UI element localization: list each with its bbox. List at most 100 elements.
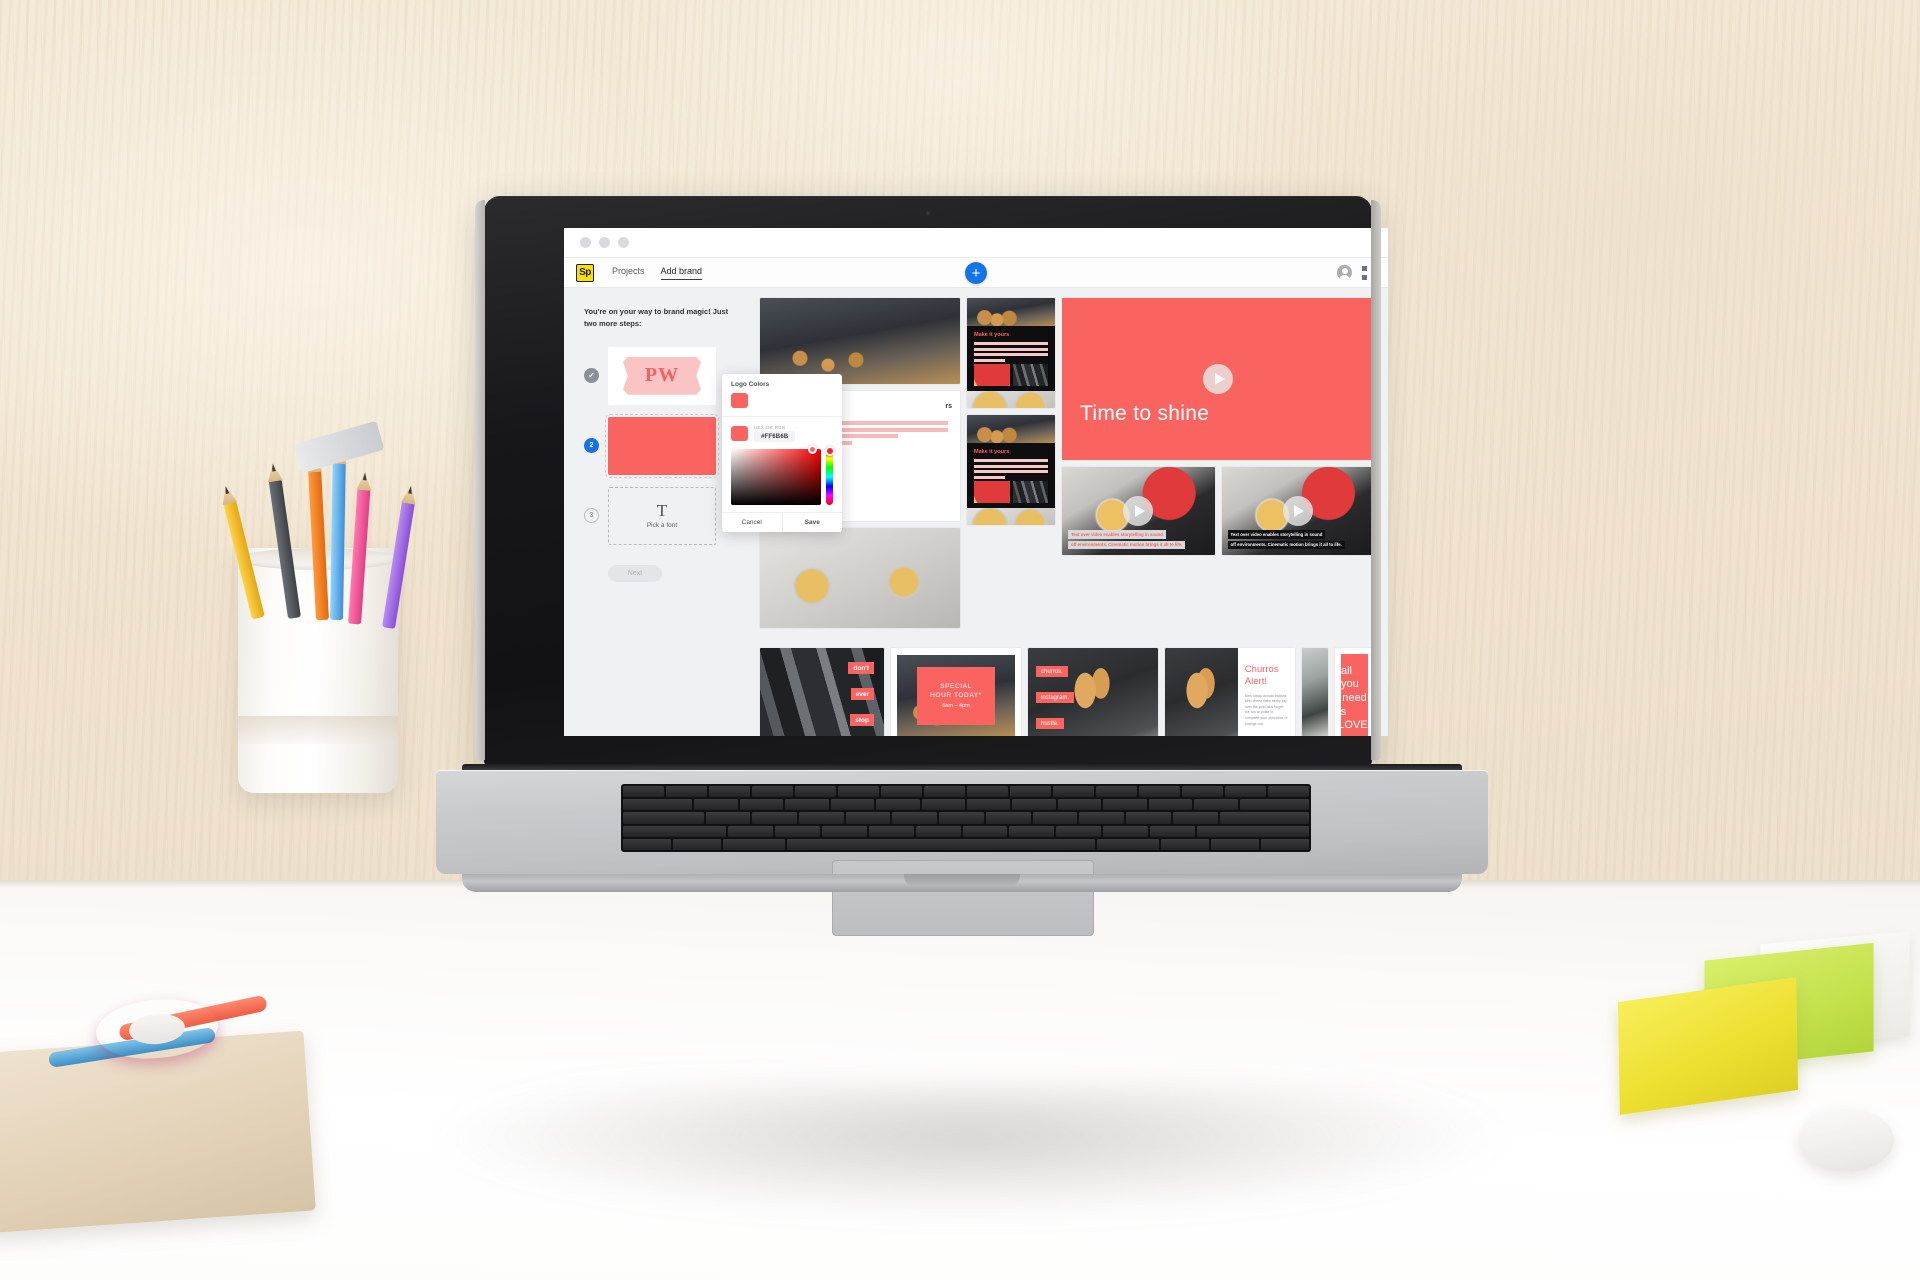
keyboard-key[interactable] xyxy=(985,812,1031,824)
keyboard-key[interactable] xyxy=(830,799,875,811)
keyboard-key[interactable] xyxy=(1161,838,1209,850)
keyboard-key[interactable] xyxy=(785,799,829,811)
template-card-make-it-yours-2[interactable]: Make it yours xyxy=(967,415,1055,525)
window-close-button[interactable] xyxy=(580,237,591,248)
step-logo[interactable]: PW xyxy=(584,346,744,405)
keyboard-key[interactable] xyxy=(673,838,721,850)
spark-logo-icon[interactable]: Sp xyxy=(576,263,594,282)
keyboard-key[interactable] xyxy=(1172,812,1218,824)
next-button[interactable]: Next xyxy=(608,564,662,582)
keyboard-key[interactable] xyxy=(966,799,1011,811)
trackpad[interactable] xyxy=(832,860,1094,936)
sv-handle[interactable] xyxy=(808,445,817,454)
keyboard-key[interactable] xyxy=(1057,799,1102,811)
template-card-churros-tags[interactable]: churros. instagram. hustle. repeat. PW xyxy=(1028,648,1158,736)
keyboard-key[interactable] xyxy=(1012,799,1056,811)
keyboard-key[interactable] xyxy=(967,786,1008,798)
keyboard-key[interactable] xyxy=(1126,812,1171,824)
logo-color-swatch[interactable] xyxy=(731,393,748,408)
keyboard-key[interactable] xyxy=(752,812,797,824)
keyboard-key[interactable] xyxy=(881,786,922,798)
keyboard-key[interactable] xyxy=(1103,799,1147,811)
keyboard-key[interactable] xyxy=(1032,812,1078,824)
keyboard-key[interactable] xyxy=(623,838,671,850)
keyboard-key[interactable] xyxy=(1211,838,1259,850)
keyboard-key[interactable] xyxy=(1103,825,1148,837)
template-card-churros-alert[interactable]: Churros Alert! New sticky donuts instead… xyxy=(1165,648,1295,736)
template-card-hustling[interactable]: don't ever stop hustling PW xyxy=(760,648,884,736)
keyboard-key[interactable] xyxy=(845,812,891,824)
keyboard-key[interactable] xyxy=(1010,786,1051,798)
pick-font-tile[interactable]: T Pick a font xyxy=(608,486,716,545)
keyboard-key[interactable] xyxy=(838,786,879,798)
keyboard-key[interactable] xyxy=(1139,786,1180,798)
hue-slider[interactable] xyxy=(824,446,835,505)
keyboard-key[interactable] xyxy=(1053,786,1094,798)
brand-color-tile[interactable] xyxy=(605,413,719,478)
keyboard-key[interactable] xyxy=(1096,786,1137,798)
keyboard-key[interactable] xyxy=(939,812,984,824)
template-card-video-1[interactable]: Text over video enables storytelling in … xyxy=(1062,467,1215,555)
keyboard-key[interactable] xyxy=(728,825,774,837)
keyboard-key[interactable] xyxy=(821,825,867,837)
sv-gradient[interactable] xyxy=(731,445,821,505)
save-button[interactable]: Save xyxy=(781,513,843,532)
template-card-special-hour[interactable]: SPECIAL HOUR TODAY* 6am – 4pm *Use the l… xyxy=(891,648,1021,736)
template-card-love[interactable]: all you need is LOVE. (and some pastries… xyxy=(1335,648,1374,736)
keyboard-key[interactable] xyxy=(1148,799,1193,811)
template-card-bakery[interactable] xyxy=(760,298,960,384)
keyboard-key[interactable] xyxy=(924,786,965,798)
keyboard-key[interactable] xyxy=(723,838,786,850)
keyboard-key[interactable] xyxy=(666,786,707,798)
template-card-make-it-yours-1[interactable]: Make it yours xyxy=(967,298,1055,408)
template-card-hero[interactable]: Time to shine xyxy=(1062,298,1374,460)
keyboard-key[interactable] xyxy=(868,825,914,837)
keyboard-key[interactable] xyxy=(1225,786,1266,798)
keyboard-key[interactable] xyxy=(795,786,836,798)
template-card-video-2[interactable]: Text over video enables storytelling in … xyxy=(1221,467,1374,555)
keyboard-key[interactable] xyxy=(1268,786,1309,798)
keyboard-key[interactable] xyxy=(1149,825,1195,837)
keyboard-key[interactable] xyxy=(892,812,938,824)
keyboard-key[interactable] xyxy=(1261,838,1309,850)
keyboard-key[interactable] xyxy=(1096,838,1159,850)
keyboard-key[interactable] xyxy=(752,786,793,798)
keyboard-key[interactable] xyxy=(739,799,784,811)
template-card-mono-strip[interactable] xyxy=(1302,648,1328,736)
keyboard-key[interactable] xyxy=(623,786,664,798)
keyboard-key[interactable] xyxy=(1182,786,1223,798)
keyboard-key[interactable] xyxy=(1056,825,1102,837)
grid-icon[interactable] xyxy=(1362,265,1376,280)
play-icon[interactable] xyxy=(1123,496,1154,526)
current-color-swatch[interactable] xyxy=(731,426,748,441)
avatar-icon[interactable] xyxy=(1337,265,1352,280)
keyboard-key[interactable] xyxy=(1079,812,1125,824)
keyboard-key[interactable] xyxy=(798,812,844,824)
keyboard-key[interactable] xyxy=(694,799,738,811)
cancel-button[interactable]: Cancel xyxy=(722,513,782,532)
keyboard-key[interactable] xyxy=(623,799,693,811)
nav-item-projects[interactable]: Projects xyxy=(612,266,645,280)
template-card-muffins[interactable] xyxy=(760,528,960,628)
window-maximize-button[interactable] xyxy=(618,237,629,248)
step-font[interactable]: 3 T Pick a font xyxy=(584,486,744,545)
keyboard[interactable] xyxy=(621,784,1311,852)
keyboard-key[interactable] xyxy=(775,825,820,837)
keyboard-key[interactable] xyxy=(1219,812,1309,824)
keyboard-key[interactable] xyxy=(1239,799,1309,811)
keyboard-key[interactable] xyxy=(623,825,727,837)
window-minimize-button[interactable] xyxy=(599,237,610,248)
keyboard-key[interactable] xyxy=(623,812,704,824)
keyboard-key[interactable] xyxy=(915,825,961,837)
play-icon[interactable] xyxy=(1282,496,1313,526)
keyboard-key[interactable] xyxy=(787,838,1095,850)
step-color[interactable]: 2 xyxy=(584,413,744,478)
keyboard-key[interactable] xyxy=(962,825,1008,837)
keyboard-key[interactable] xyxy=(709,786,750,798)
keyboard-key[interactable] xyxy=(705,812,751,824)
play-icon[interactable] xyxy=(1203,364,1233,394)
keyboard-key[interactable] xyxy=(1009,825,1055,837)
create-new-button[interactable]: + xyxy=(965,262,987,284)
keyboard-key[interactable] xyxy=(876,799,920,811)
keyboard-key[interactable] xyxy=(1194,799,1238,811)
